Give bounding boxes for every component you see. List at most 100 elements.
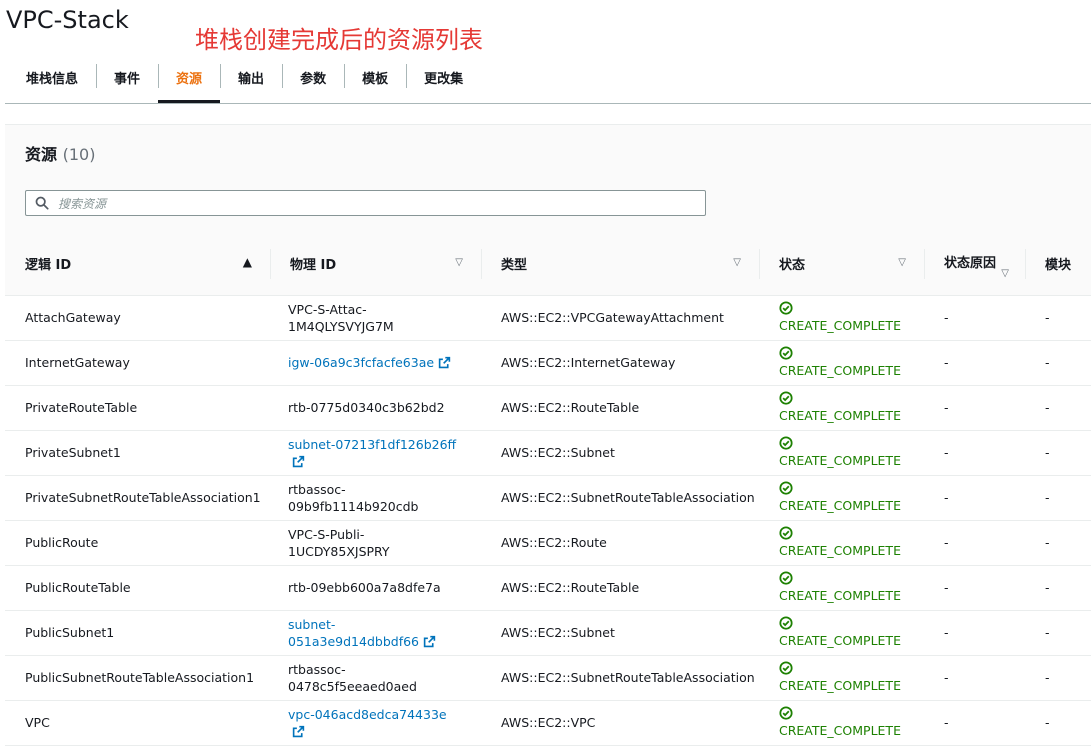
table-row: PublicRouteTable rtb-09ebb600a7a8dfe7a AWS… (5, 565, 1091, 611)
external-link-icon[interactable] (292, 725, 305, 738)
physical-id-link[interactable]: vpc-046acd8edca74433e (288, 707, 447, 739)
cell-status-reason: - (924, 565, 1025, 611)
cell-module: - (1025, 520, 1091, 566)
cell-physical-id: vpc-046acd8edca74433e (270, 700, 481, 746)
physical-id-text: VPC-S-Publi-1UCDY85XJSPRY (288, 526, 390, 559)
check-circle-icon (779, 661, 793, 675)
search-input[interactable] (56, 193, 700, 215)
cell-type: AWS::EC2::InternetGateway (481, 340, 759, 386)
stack-tabs: 堆栈信息 事件 资源 输出 参数 模板 更改集 (8, 62, 481, 104)
cell-type: AWS::EC2::Subnet (481, 610, 759, 656)
status-text: CREATE_COMPLETE (779, 543, 901, 558)
status-text: CREATE_COMPLETE (779, 633, 901, 648)
tab-3[interactable]: 输出 (220, 62, 282, 98)
check-circle-icon (779, 526, 793, 540)
cell-module: - (1025, 610, 1091, 656)
cell-logical-id: VPC (5, 700, 270, 746)
annotation-text: 堆栈创建完成后的资源列表 (195, 26, 483, 54)
cell-module: - (1025, 700, 1091, 746)
cell-logical-id: AttachGateway (5, 295, 270, 341)
external-link-icon[interactable] (423, 635, 436, 648)
column-header-logical-id[interactable]: 逻辑 ID ▲ (5, 233, 270, 296)
column-header-status[interactable]: 状态 ▽ (759, 233, 924, 296)
tab-1[interactable]: 事件 (96, 62, 158, 98)
check-circle-icon (779, 346, 793, 360)
cell-logical-id: PublicSubnetRouteTableAssociation1 (5, 655, 270, 701)
cell-physical-id: rtbassoc-0478c5f5eeaed0aed (270, 655, 481, 701)
cell-status-reason: - (924, 385, 1025, 431)
cell-type: AWS::EC2::SubnetRouteTableAssociation (481, 655, 759, 701)
cell-type: AWS::EC2::VPC (481, 700, 759, 746)
cell-physical-id: subnet-07213f1df126b26ff (270, 430, 481, 476)
status-text: CREATE_COMPLETE (779, 588, 901, 603)
column-header-physical-id[interactable]: 物理 ID ▽ (270, 233, 481, 296)
check-circle-icon (779, 301, 793, 315)
cell-status: CREATE_COMPLETE (759, 520, 924, 566)
physical-id-link[interactable]: subnet-07213f1df126b26ff (288, 437, 456, 469)
sort-caret-down-icon[interactable]: ▽ (898, 257, 906, 268)
cell-physical-id: rtb-09ebb600a7a8dfe7a (270, 565, 481, 611)
tab-5[interactable]: 模板 (344, 62, 406, 98)
column-header-type[interactable]: 类型 ▽ (481, 233, 759, 296)
physical-id-text: rtbassoc-09b9fb1114b920cdb (288, 481, 419, 514)
cell-module: - (1025, 295, 1091, 341)
physical-id-link[interactable]: subnet-051a3e9d14dbbdf66 (288, 617, 436, 649)
cell-physical-id: rtbassoc-09b9fb1114b920cdb (270, 475, 481, 521)
tab-0[interactable]: 堆栈信息 (8, 62, 96, 98)
status-badge: CREATE_COMPLETE (779, 391, 904, 424)
resources-table: 逻辑 ID ▲ 物理 ID ▽ 类型 ▽ 状态 ▽ 状态原因 ▽ 模块 Atta… (5, 233, 1091, 746)
status-badge: CREATE_COMPLETE (779, 571, 904, 604)
status-badge: CREATE_COMPLETE (779, 436, 904, 469)
check-circle-icon (779, 571, 793, 585)
sort-ascending-icon[interactable]: ▲ (243, 255, 252, 269)
status-text: CREATE_COMPLETE (779, 363, 901, 378)
table-row: PublicSubnetRouteTableAssociation1 rtbass… (5, 655, 1091, 701)
status-text: CREATE_COMPLETE (779, 498, 901, 513)
cell-logical-id: InternetGateway (5, 340, 270, 386)
tab-2[interactable]: 资源 (158, 62, 221, 103)
cell-type: AWS::EC2::Subnet (481, 430, 759, 476)
status-text: CREATE_COMPLETE (779, 408, 901, 423)
table-row: PrivateRouteTable rtb-0775d0340c3b62bd2 AW… (5, 385, 1091, 431)
cell-status-reason: - (924, 475, 1025, 521)
cell-status-reason: - (924, 610, 1025, 656)
cell-module: - (1025, 475, 1091, 521)
check-circle-icon (779, 391, 793, 405)
sort-caret-down-icon[interactable]: ▽ (1001, 265, 1009, 282)
tab-4[interactable]: 参数 (282, 62, 344, 98)
cell-status: CREATE_COMPLETE (759, 475, 924, 521)
cell-module: - (1025, 430, 1091, 476)
cell-type: AWS::EC2::Route (481, 520, 759, 566)
sort-caret-down-icon[interactable]: ▽ (733, 257, 741, 268)
check-circle-icon (779, 706, 793, 720)
resources-header-label: 资源 (25, 145, 58, 164)
cell-module: - (1025, 385, 1091, 431)
cell-status: CREATE_COMPLETE (759, 655, 924, 701)
search-icon (35, 196, 49, 210)
external-link-icon[interactable] (438, 356, 451, 369)
cell-status: CREATE_COMPLETE (759, 385, 924, 431)
cell-type: AWS::EC2::VPCGatewayAttachment (481, 295, 759, 341)
cell-physical-id: VPC-S-Publi-1UCDY85XJSPRY (270, 520, 481, 566)
resources-count: (10) (62, 145, 96, 164)
table-row: PublicRoute VPC-S-Publi-1UCDY85XJSPRY AWS:… (5, 520, 1091, 566)
external-link-icon[interactable] (292, 455, 305, 468)
cell-logical-id: PublicRoute (5, 520, 270, 566)
cell-physical-id: subnet-051a3e9d14dbbdf66 (270, 610, 481, 656)
status-text: CREATE_COMPLETE (779, 318, 901, 333)
cell-type: AWS::EC2::SubnetRouteTableAssociation (481, 475, 759, 521)
search-box[interactable] (25, 190, 706, 216)
column-header-status-reason[interactable]: 状态原因 ▽ (924, 233, 1025, 296)
status-badge: CREATE_COMPLETE (779, 481, 904, 514)
physical-id-link[interactable]: igw-06a9c3fcfacfe63ae (288, 355, 451, 370)
table-row: PrivateSubnetRouteTableAssociation1 rtbas… (5, 475, 1091, 521)
status-badge: CREATE_COMPLETE (779, 706, 904, 739)
cell-logical-id: PrivateSubnetRouteTableAssociation1 (5, 475, 270, 521)
cell-status: CREATE_COMPLETE (759, 340, 924, 386)
check-circle-icon (779, 616, 793, 630)
cell-status: CREATE_COMPLETE (759, 700, 924, 746)
tab-6[interactable]: 更改集 (406, 62, 481, 98)
cell-status-reason: - (924, 520, 1025, 566)
cell-type: AWS::EC2::RouteTable (481, 385, 759, 431)
sort-caret-down-icon[interactable]: ▽ (455, 257, 463, 268)
